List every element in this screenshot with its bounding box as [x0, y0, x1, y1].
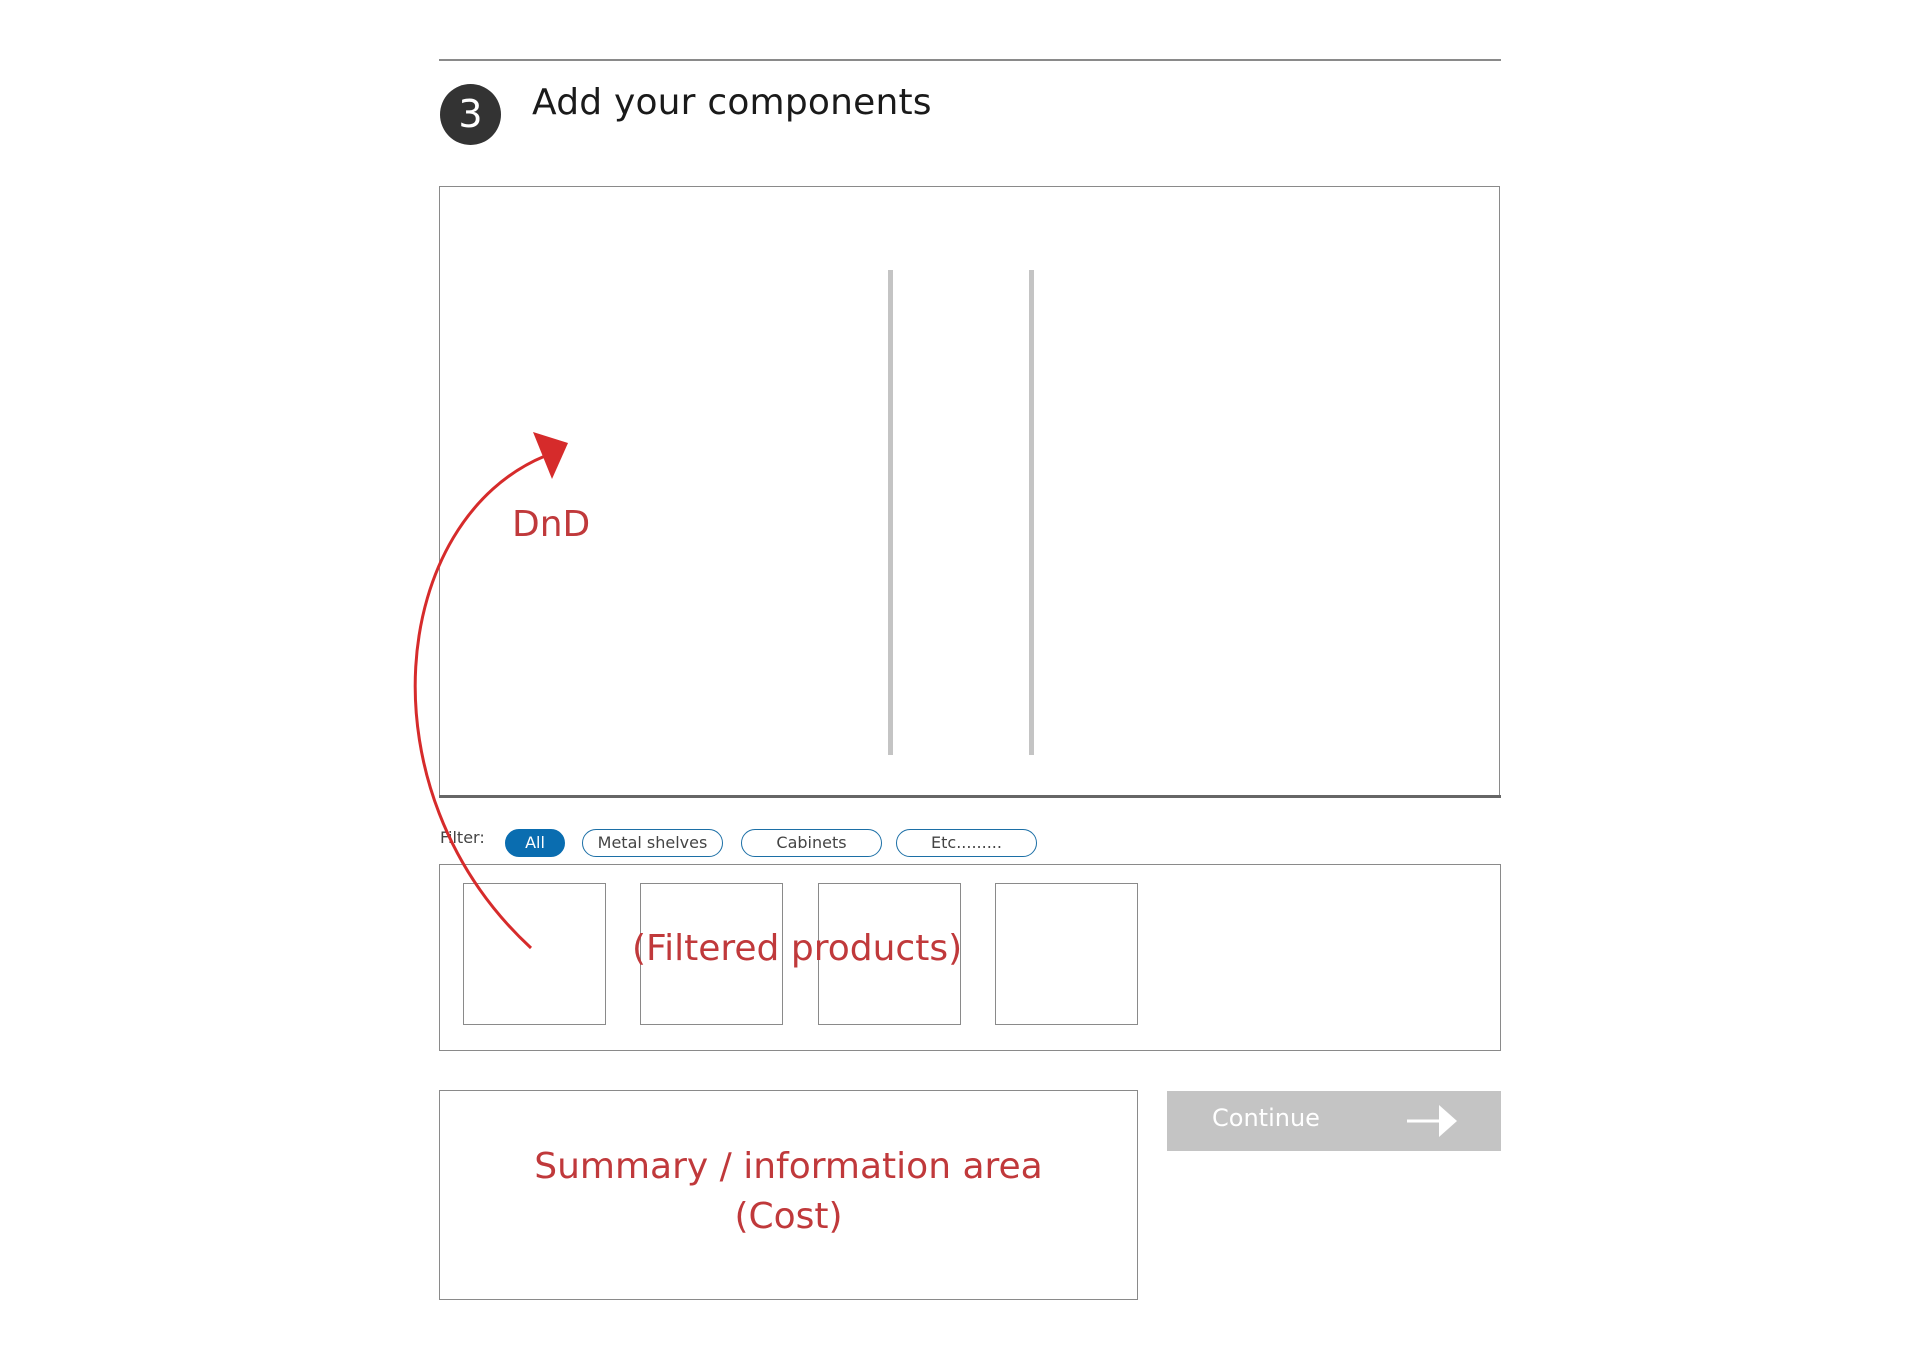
section-divider: [439, 59, 1501, 61]
dnd-annotation: DnD: [512, 504, 591, 545]
filtered-products-annotation: (Filtered products): [632, 928, 963, 969]
summary-information-panel: [439, 1090, 1138, 1300]
continue-button-label: Continue: [1212, 1104, 1320, 1132]
filter-label: Filter:: [440, 828, 485, 847]
step-number-badge: 3: [440, 84, 501, 145]
arrow-right-icon: [1407, 1105, 1457, 1137]
summary-annotation-line-1: Summary / information area: [534, 1146, 1043, 1187]
shelf-upright-right[interactable]: [1029, 270, 1034, 755]
shelf-upright-left[interactable]: [888, 270, 893, 755]
continue-button[interactable]: Continue: [1167, 1091, 1501, 1151]
configurator-drop-zone[interactable]: [439, 186, 1500, 796]
summary-annotation-line-2: (Cost): [734, 1196, 843, 1237]
filter-chip-metal-shelves[interactable]: Metal shelves: [582, 829, 723, 857]
drop-zone-floor-line: [439, 795, 1501, 798]
product-tile[interactable]: [463, 883, 606, 1025]
filter-chip-etc[interactable]: Etc.........: [896, 829, 1037, 857]
filter-chip-cabinets[interactable]: Cabinets: [741, 829, 882, 857]
product-tile[interactable]: [995, 883, 1138, 1025]
page-title: Add your components: [532, 82, 932, 123]
filter-chip-all[interactable]: All: [505, 829, 565, 857]
